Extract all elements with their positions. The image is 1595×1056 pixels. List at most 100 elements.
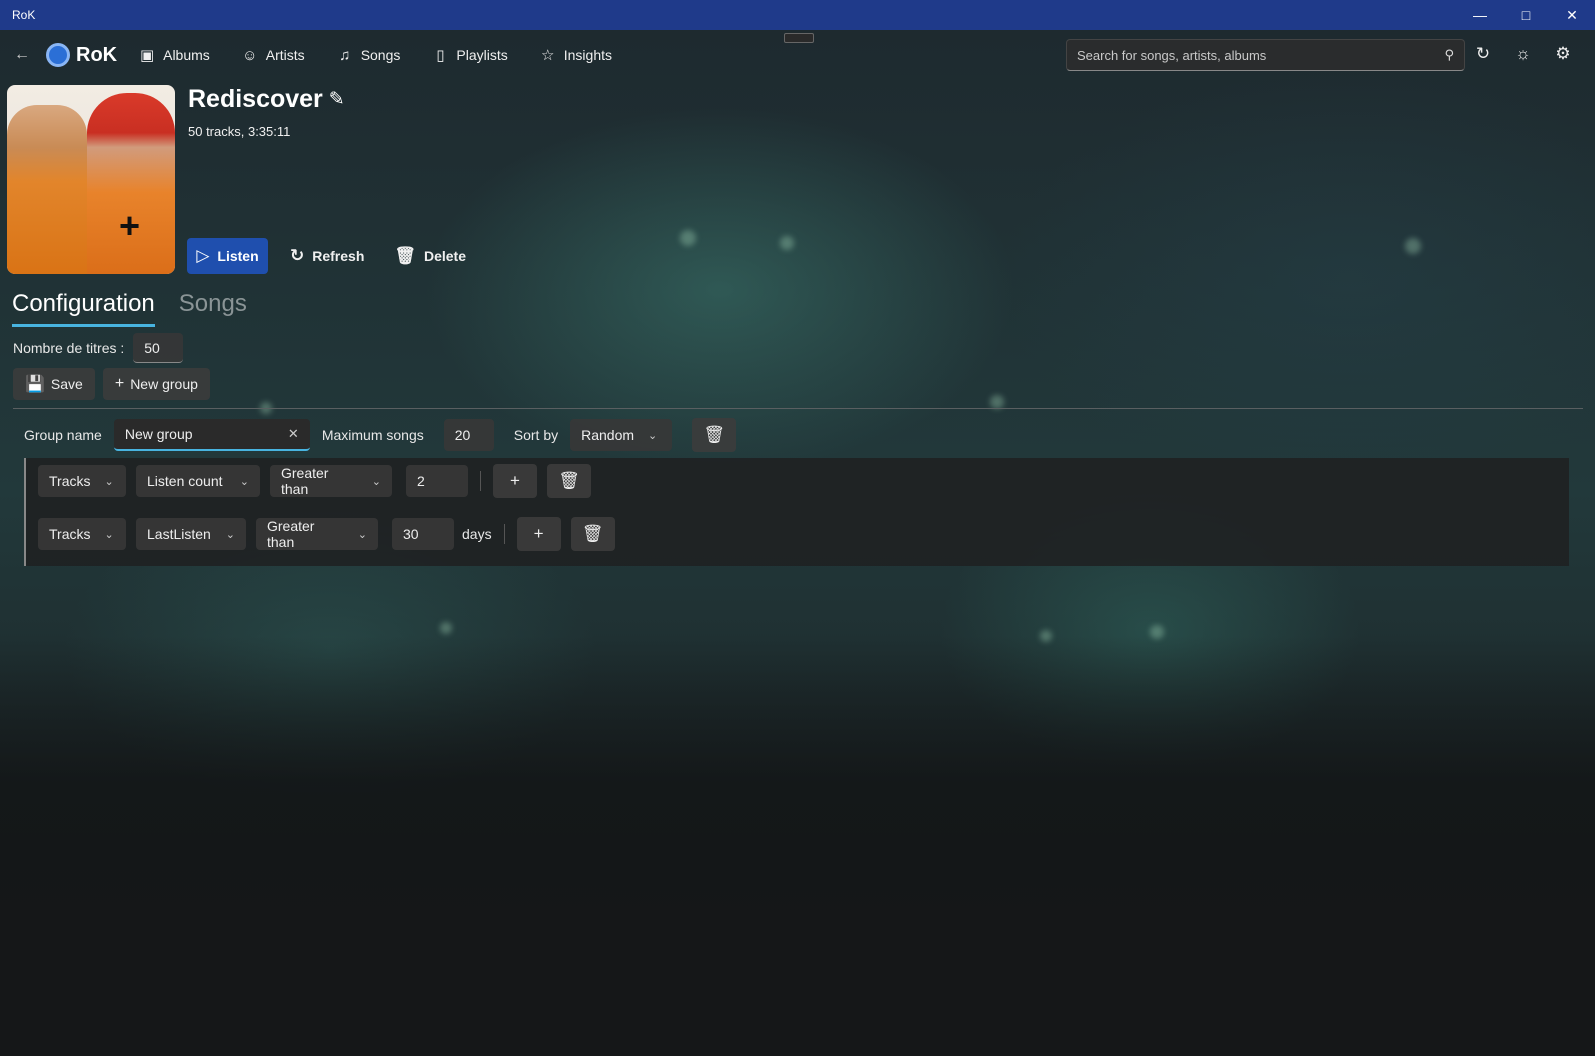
- albums-icon: ▣: [140, 47, 155, 64]
- new-group-label: New group: [130, 376, 198, 392]
- search-input[interactable]: [1077, 47, 1445, 63]
- nav-item-label: Playlists: [456, 47, 508, 63]
- sort-by-label: Sort by: [513, 427, 559, 443]
- chevron-down-icon: ⌄: [239, 475, 249, 488]
- chevron-down-icon: ⌄: [371, 475, 381, 488]
- group-header-row: Group name New group ✕ Maximum songs 20 …: [24, 418, 737, 452]
- edit-pencil-icon[interactable]: ✎: [329, 88, 345, 111]
- rule-row: Tracks ⌄ Listen count ⌄ Greater than ⌄ 2…: [38, 464, 591, 498]
- new-group-button[interactable]: + New group: [102, 368, 210, 400]
- rule-field-value: Listen count: [147, 473, 223, 489]
- trash-icon: 🗑: [558, 471, 580, 490]
- rule-source-dropdown[interactable]: Tracks ⌄: [38, 465, 126, 497]
- tab-songs[interactable]: Songs: [179, 290, 247, 327]
- group-name-label: Group name: [24, 427, 102, 443]
- playlist-title-text: Rediscover: [188, 85, 323, 113]
- plus-icon: +: [510, 471, 520, 490]
- separator: [503, 524, 505, 544]
- section-divider: [13, 408, 1583, 409]
- crowd-silhouette: [0, 636, 1595, 1056]
- headphones-logo-icon: [46, 43, 70, 67]
- cover-figure-left: [7, 105, 87, 274]
- app-logo[interactable]: RoK: [46, 43, 117, 67]
- rule-field-value: LastListen: [147, 526, 211, 542]
- nav-item-songs[interactable]: ♫ Songs: [337, 46, 401, 64]
- window-title: RoK: [12, 8, 36, 22]
- group-name-value: New group: [124, 426, 193, 442]
- chevron-down-icon: ⌄: [357, 528, 367, 541]
- tab-bar: Configuration Songs: [12, 290, 271, 327]
- cover-figure-right: [87, 93, 175, 274]
- add-rule-button[interactable]: +: [493, 464, 537, 498]
- stage-light: [1405, 238, 1421, 254]
- playlist-cover-image: +: [7, 85, 175, 274]
- cover-cross: +: [119, 205, 141, 246]
- insights-icon: ☆: [541, 47, 555, 64]
- playlist-summary: 50 tracks, 3:35:11: [188, 124, 291, 139]
- listen-label: Listen: [217, 248, 259, 264]
- delete-rule-button[interactable]: 🗑: [547, 464, 591, 498]
- chevron-down-icon: ⌄: [648, 429, 658, 442]
- trash-icon: 🗑: [581, 524, 604, 543]
- stage-light: [680, 230, 696, 246]
- nav-item-artists[interactable]: ☺ Artists: [242, 46, 305, 64]
- rule-row: Tracks ⌄ LastListen ⌄ Greater than ⌄ 30 …: [38, 517, 615, 551]
- rule-value-input[interactable]: 2: [406, 465, 468, 497]
- sort-by-value: Random: [581, 427, 635, 443]
- save-floppy-icon: 💾: [25, 376, 45, 393]
- back-arrow-icon[interactable]: ←: [14, 46, 34, 64]
- delete-button[interactable]: 🗑 Delete: [386, 238, 474, 274]
- refresh-library-icon[interactable]: ↻: [1463, 44, 1503, 64]
- rule-source-value: Tracks: [49, 473, 91, 489]
- track-count-input[interactable]: 50: [133, 333, 184, 363]
- nav-item-label: Insights: [563, 47, 612, 63]
- playlists-icon: ▯: [436, 47, 445, 64]
- search-box[interactable]: ⚲: [1066, 39, 1465, 71]
- rule-field-dropdown[interactable]: LastListen ⌄: [136, 518, 246, 550]
- plus-icon: +: [114, 375, 125, 392]
- delete-rule-button[interactable]: 🗑: [570, 517, 615, 551]
- delete-label: Delete: [423, 248, 467, 264]
- title-bar: RoK — □ ✕: [0, 0, 1595, 30]
- refresh-button[interactable]: ↻ Refresh: [282, 238, 372, 274]
- rule-value-input[interactable]: 30: [392, 518, 454, 550]
- rule-field-dropdown[interactable]: Listen count ⌄: [136, 465, 260, 497]
- playlist-title: Rediscover ✎: [188, 85, 345, 114]
- rule-unit-label: days: [462, 526, 492, 542]
- delete-group-button[interactable]: 🗑: [692, 418, 737, 452]
- clear-x-icon[interactable]: ✕: [288, 426, 299, 442]
- nav-item-playlists[interactable]: ▯ Playlists: [432, 46, 508, 64]
- nav-item-albums[interactable]: ▣ Albums: [139, 46, 210, 64]
- rule-operator-dropdown[interactable]: Greater than ⌄: [256, 518, 378, 550]
- close-button[interactable]: ✕: [1549, 0, 1595, 30]
- playlist-actions: ▷ Listen ↻ Refresh 🗑 Delete: [187, 238, 474, 274]
- maximize-button[interactable]: □: [1503, 0, 1549, 30]
- group-name-field[interactable]: New group ✕: [113, 419, 310, 451]
- nav-item-label: Songs: [360, 47, 401, 63]
- minimize-button[interactable]: —: [1457, 0, 1503, 30]
- save-button[interactable]: 💾 Save: [13, 368, 95, 400]
- theme-toggle-icon[interactable]: ☼: [1503, 44, 1543, 64]
- sort-by-dropdown[interactable]: Random ⌄: [570, 419, 673, 451]
- max-songs-label: Maximum songs: [321, 427, 424, 443]
- refresh-label: Refresh: [312, 248, 365, 264]
- add-rule-button[interactable]: +: [516, 517, 561, 551]
- brand-name: RoK: [76, 43, 118, 66]
- trash-icon: 🗑: [394, 246, 416, 265]
- rule-operator-dropdown[interactable]: Greater than ⌄: [270, 465, 392, 497]
- settings-gear-icon[interactable]: ⚙: [1543, 44, 1583, 64]
- stage-light: [440, 622, 452, 634]
- nav-bar: ← RoK ▣ Albums ☺ Artists ♫ Songs ▯ Playl…: [0, 30, 1595, 80]
- stage-light: [780, 236, 794, 250]
- tab-configuration[interactable]: Configuration: [12, 290, 155, 327]
- drag-handle[interactable]: [784, 33, 814, 43]
- listen-button[interactable]: ▷ Listen: [187, 238, 268, 274]
- nav-item-insights[interactable]: ☆ Insights: [540, 46, 612, 64]
- chevron-down-icon: ⌄: [104, 528, 114, 541]
- rule-source-value: Tracks: [49, 526, 91, 542]
- refresh-icon: ↻: [290, 246, 305, 265]
- search-icon[interactable]: ⚲: [1444, 47, 1454, 63]
- stage-light: [990, 395, 1004, 409]
- max-songs-input[interactable]: 20: [443, 419, 494, 451]
- rule-source-dropdown[interactable]: Tracks ⌄: [38, 518, 126, 550]
